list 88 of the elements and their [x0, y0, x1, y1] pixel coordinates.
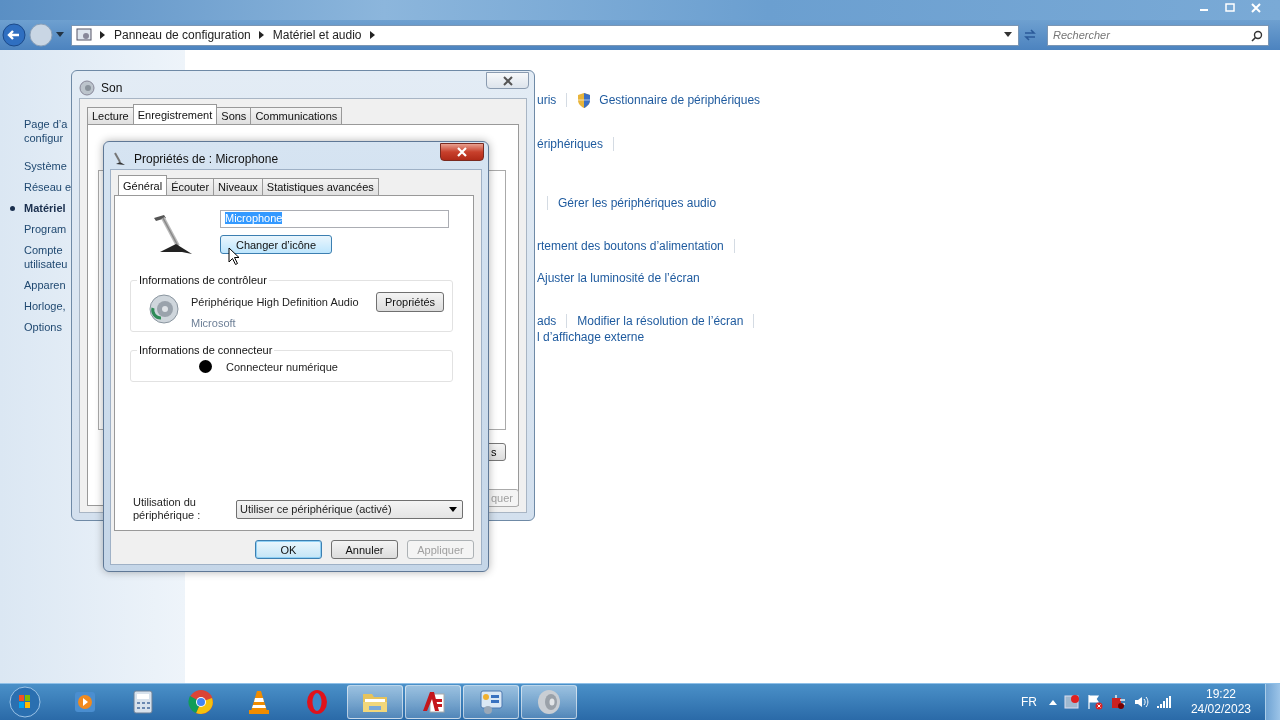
usage-dropdown[interactable]: Utiliser ce périphérique (activé) [236, 499, 463, 519]
taskbar-button[interactable] [521, 685, 577, 719]
link[interactable]: Ajuster la luminosité de l’écran [537, 271, 700, 285]
separator [547, 196, 548, 210]
chevron-icon[interactable] [100, 31, 106, 39]
tab[interactable]: Enregistrement [132, 104, 218, 124]
group-label: Informations de connecteur [138, 344, 274, 356]
sidebar-link[interactable]: Horloge, [24, 299, 66, 313]
back-icon[interactable] [2, 23, 26, 47]
sidebar-link[interactable]: Matériel [24, 201, 66, 215]
tab[interactable]: Lecture [87, 107, 134, 124]
address-bar[interactable]: Panneau de configuration Matériel et audio [71, 24, 1019, 46]
sidebar-link[interactable]: Program [24, 222, 67, 236]
taskbar-button[interactable] [463, 685, 519, 719]
speaker-icon [79, 80, 95, 96]
device-name: Périphérique High Definition Audio [191, 296, 360, 308]
tab[interactable]: Général [118, 175, 168, 195]
play-icon [73, 690, 97, 714]
link[interactable]: Gestionnaire de périphériques [599, 93, 761, 107]
sidebar-link[interactable]: Réseau e [24, 180, 72, 194]
close-button[interactable] [486, 72, 529, 89]
link[interactable]: Modifier la résolution de l’écran [577, 314, 744, 328]
search-field[interactable]: Rechercher [1047, 24, 1269, 46]
taskbar-button[interactable] [347, 685, 403, 719]
calculator-icon [133, 690, 153, 714]
refresh-icon[interactable] [1022, 27, 1038, 43]
dialog-button[interactable]: Annuler [331, 540, 398, 559]
window-title: Son [101, 81, 123, 95]
speaker-icon [149, 294, 179, 324]
sidebar-link[interactable]: Page d’a configur [24, 117, 68, 145]
caret-icon[interactable] [56, 32, 64, 38]
clock-time: 19:22 [1205, 687, 1236, 702]
breadcrumb-link[interactable]: Panneau de configuration [114, 28, 251, 42]
tab[interactable]: Statistiques avancées [261, 178, 379, 195]
link[interactable]: uris [537, 93, 557, 107]
separator [566, 93, 568, 107]
power-plug-icon[interactable] [1109, 694, 1126, 710]
link[interactable]: rtement des boutons d’alimentation [537, 239, 724, 253]
volume-icon[interactable] [1132, 694, 1149, 710]
maximize-icon[interactable] [1224, 3, 1236, 13]
control-panel-icon [76, 28, 92, 42]
breadcrumb-link[interactable]: Matériel et audio [272, 28, 362, 42]
window-title: Propriétés de : Microphone [134, 152, 279, 166]
dropdown-icon[interactable] [1004, 32, 1012, 38]
close-icon [501, 75, 514, 86]
chevron-icon[interactable] [369, 31, 376, 39]
separator [733, 239, 735, 253]
monitor-icon[interactable] [1063, 694, 1080, 710]
tab[interactable]: Niveaux [213, 178, 263, 195]
browser-icon [188, 689, 214, 715]
tab[interactable]: Écouter [166, 178, 215, 195]
change-icon-button[interactable]: Changer d’icône [220, 235, 332, 254]
sidebar-link[interactable]: Système [24, 159, 67, 173]
control-panel-icon [478, 689, 504, 715]
separator [566, 314, 568, 328]
link[interactable]: ads [537, 314, 557, 328]
close-icon [456, 147, 468, 157]
usage-label: Utilisation du périphérique : [133, 496, 202, 522]
signal-icon[interactable] [1155, 694, 1172, 710]
document-icon [420, 689, 446, 715]
separator [753, 314, 755, 328]
shield-icon [577, 92, 592, 108]
vendor-name: Microsoft [191, 317, 237, 329]
chevron-icon[interactable] [258, 31, 265, 39]
sidebar-link[interactable]: Compte utilisateu [24, 243, 68, 271]
start-button-icon[interactable] [9, 686, 41, 718]
language-indicator[interactable]: FR [1020, 695, 1037, 709]
clock-date: 24/02/2023 [1190, 702, 1251, 717]
group-label: Informations de contrôleur [138, 274, 268, 286]
taskbar-button[interactable] [405, 685, 461, 719]
ring-icon [305, 689, 329, 715]
traffic-cone-icon [247, 689, 271, 715]
speaker-icon [536, 689, 562, 715]
link[interactable]: Gérer les périphériques audio [558, 196, 717, 210]
sidebar-link[interactable]: Options [24, 320, 62, 334]
tab[interactable]: Communications [250, 107, 343, 124]
link[interactable]: l d’affichage externe [537, 330, 645, 344]
close-icon[interactable] [1250, 3, 1262, 13]
connector-name: Connecteur numérique [226, 360, 338, 373]
separator [613, 137, 615, 151]
link[interactable]: ériphériques [537, 137, 604, 151]
sidebar-link[interactable]: Apparen [24, 278, 66, 292]
properties-button[interactable]: Propriétés [376, 292, 444, 312]
dialog-button[interactable]: OK [255, 540, 322, 559]
search-icon [1251, 29, 1263, 42]
close-button[interactable] [440, 143, 484, 161]
up-arrow-icon[interactable] [1048, 699, 1057, 705]
flag-icon[interactable] [1086, 694, 1103, 710]
